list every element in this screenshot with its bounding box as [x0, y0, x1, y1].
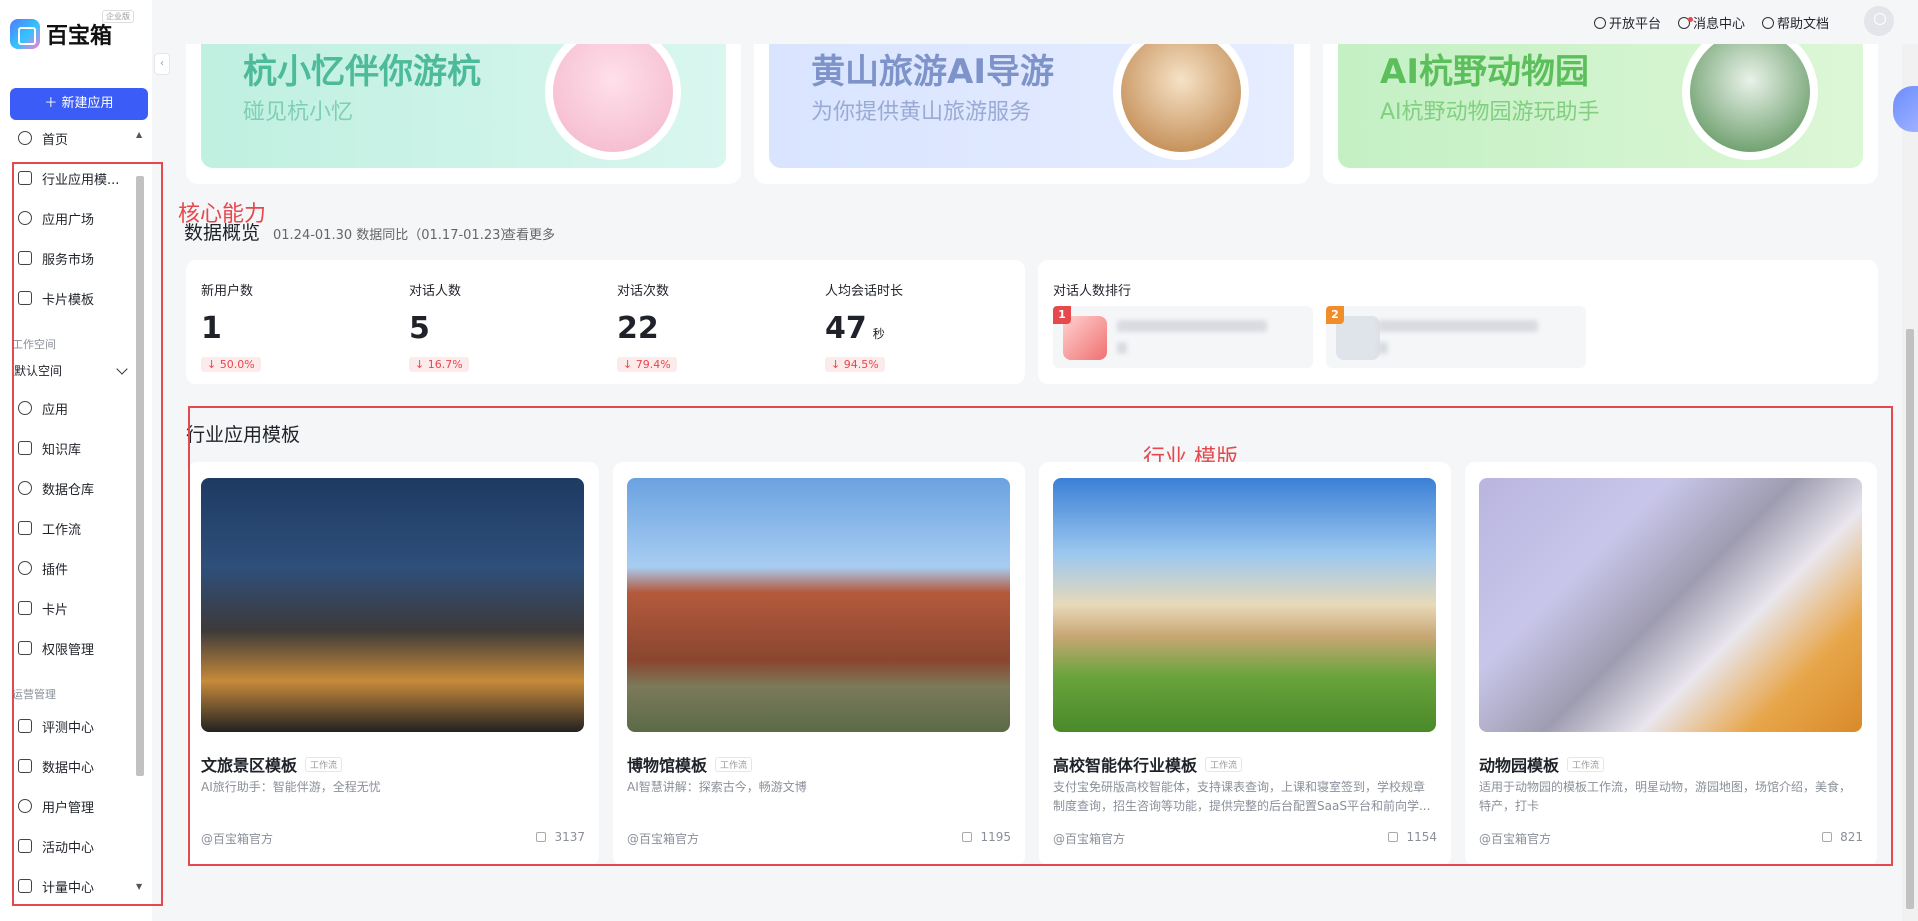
stat-label: 对话人数: [409, 284, 462, 299]
edition-badge: 企业版: [102, 10, 134, 23]
banner-hangzhou[interactable]: 杭小忆伴你游杭 碰见杭小忆: [201, 44, 726, 168]
blurred-name: [1378, 320, 1538, 332]
message-center-link[interactable]: 消息中心: [1678, 13, 1745, 32]
help-icon: [1762, 16, 1774, 29]
stat-value: 1: [201, 311, 391, 351]
unread-dot: [1688, 16, 1693, 22]
assistant-bot-icon[interactable]: [1893, 86, 1918, 132]
banner-subtitle: 碰见杭小忆: [243, 100, 354, 125]
rank-badge: 1: [1053, 306, 1071, 324]
stat-unit: 秒: [872, 327, 885, 341]
rank-item-1[interactable]: 1: [1053, 306, 1313, 368]
mountain-image: [1113, 44, 1249, 160]
banner-huangshan[interactable]: 黄山旅游AI导游 为你提供黄山旅游服务: [769, 44, 1294, 168]
collapse-sidebar-button[interactable]: ‹: [154, 53, 170, 75]
stat-change-badge: ↓ 79.4%: [617, 357, 677, 372]
stat-value: 5: [409, 311, 599, 351]
page-scroll-thumb[interactable]: [1906, 329, 1914, 909]
user-avatar[interactable]: [1864, 6, 1894, 36]
open-platform-icon: [1594, 16, 1606, 29]
banner-subtitle: AI杭野动物园游玩助手: [1380, 100, 1600, 125]
banner-title: 黄山旅游AI导游: [811, 52, 1054, 92]
sidebar-item-home[interactable]: 首页: [18, 126, 68, 150]
blurred-name: [1117, 320, 1267, 332]
banner-subtitle: 为你提供黄山旅游服务: [811, 100, 1032, 125]
ranking-title: 对话人数排行: [1053, 284, 1132, 299]
stat-number: 5: [409, 311, 430, 346]
stat-change-badge: ↓ 16.7%: [409, 357, 469, 372]
pavilion-image: [545, 44, 681, 160]
stat-chat-users: 对话人数 5 ↓ 16.7%: [409, 280, 599, 372]
page-scrollbar[interactable]: [1902, 44, 1918, 921]
stat-label: 新用户数: [201, 284, 254, 299]
home-icon: [18, 131, 32, 145]
annotation-box-templates: [188, 406, 1893, 866]
blurred-detail: [1378, 342, 1388, 354]
scroll-up-icon[interactable]: ▲: [136, 130, 142, 139]
new-app-button[interactable]: ＋ 新建应用: [10, 88, 148, 120]
stat-change-badge: ↓ 94.5%: [825, 357, 885, 372]
banner-title: 杭小忆伴你游杭: [243, 52, 481, 92]
annotation-box-sidebar: [12, 162, 163, 906]
stat-number: 47: [825, 311, 867, 346]
stat-value: 22: [617, 311, 807, 351]
banner-zoo[interactable]: AI杭野动物园 AI杭野动物园游玩助手: [1338, 44, 1863, 168]
stat-chat-count: 对话次数 22 ↓ 79.4%: [617, 280, 807, 372]
banner-title: AI杭野动物园: [1380, 52, 1589, 92]
stat-avg-duration: 人均会话时长 47 秒 ↓ 94.5%: [825, 280, 1015, 372]
stat-label: 对话次数: [617, 284, 670, 299]
open-platform-link[interactable]: 开放平台: [1594, 13, 1661, 32]
stat-number: 1: [201, 311, 222, 346]
tiger-image: [1682, 44, 1818, 160]
bell-icon: [1678, 16, 1693, 29]
overview-more-link[interactable]: 查看更多: [503, 224, 555, 243]
stat-value: 47 秒: [825, 311, 1015, 351]
overview-title: 数据概览: [184, 222, 261, 244]
overview-range: 01.24-01.30 数据同比（01.17-01.23）: [273, 228, 514, 243]
logo[interactable]: 百宝箱 企业版: [10, 10, 134, 50]
rank-item-2[interactable]: 2: [1326, 306, 1586, 368]
stat-number: 22: [617, 311, 659, 346]
rank-badge: 2: [1326, 306, 1344, 324]
stat-new-users: 新用户数 1 ↓ 50.0%: [201, 280, 391, 372]
stats-card: 新用户数 1 ↓ 50.0% 对话人数 5 ↓ 16.7% 对话次数 22 ↓ …: [186, 260, 1025, 384]
stat-label: 人均会话时长: [825, 284, 904, 299]
help-docs-link[interactable]: 帮助文档: [1762, 13, 1829, 32]
logo-text: 百宝箱: [46, 24, 113, 49]
stat-change-badge: ↓ 50.0%: [201, 357, 261, 372]
blurred-detail: [1117, 342, 1127, 354]
logo-icon: [10, 19, 40, 49]
